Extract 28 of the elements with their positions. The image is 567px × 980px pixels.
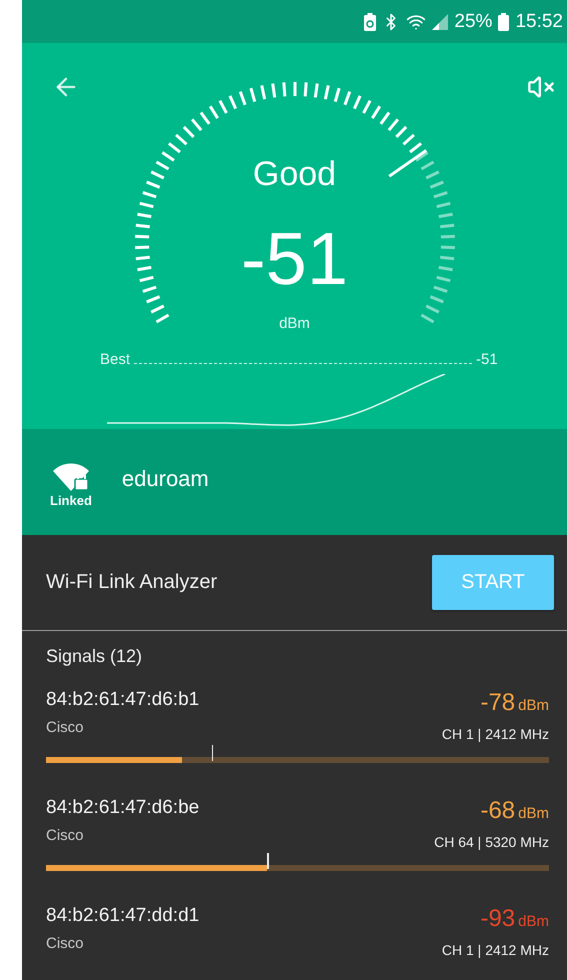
link-status: Linked bbox=[50, 492, 92, 508]
best-label: Best bbox=[100, 350, 130, 368]
signal-reading: -78 dBm bbox=[480, 690, 549, 718]
start-button[interactable]: START bbox=[432, 555, 554, 610]
analyzer-title: Wi-Fi Link Analyzer bbox=[46, 571, 218, 594]
vendor-name: Cisco bbox=[46, 826, 85, 846]
signal-unit: dBm bbox=[279, 314, 310, 334]
channel-info: CH 64 | 5320 MHz bbox=[434, 832, 549, 851]
current-label: -51 bbox=[476, 350, 498, 368]
battery-percent: 25% bbox=[454, 10, 492, 33]
signal-reading: -68 dBm bbox=[480, 798, 549, 826]
vendor-name: Cisco bbox=[46, 934, 85, 954]
signal-quality: Good bbox=[252, 154, 336, 194]
channel-info: CH 1 | 2412 MHz bbox=[442, 940, 549, 959]
wifi-lock-icon bbox=[52, 462, 89, 491]
battery-saver-icon bbox=[364, 12, 376, 31]
channel-info: CH 1 | 2412 MHz bbox=[442, 724, 549, 743]
signals-heading: Signals (12) bbox=[45, 645, 144, 668]
network-name: eduroam bbox=[122, 466, 209, 492]
signal-icon bbox=[432, 14, 448, 30]
battery-icon bbox=[498, 12, 510, 31]
signal-value: -51 bbox=[241, 219, 348, 300]
mac-address: 84:b2:61:47:d6:b1 bbox=[46, 688, 200, 712]
mac-address: 84:b2:61:47:d6:be bbox=[46, 796, 200, 820]
vendor-name: Cisco bbox=[46, 718, 85, 738]
clock: 15:52 bbox=[515, 10, 563, 33]
signal-reading: -93 dBm bbox=[480, 906, 549, 934]
mac-address: 84:b2:61:47:dd:d1 bbox=[46, 904, 200, 928]
